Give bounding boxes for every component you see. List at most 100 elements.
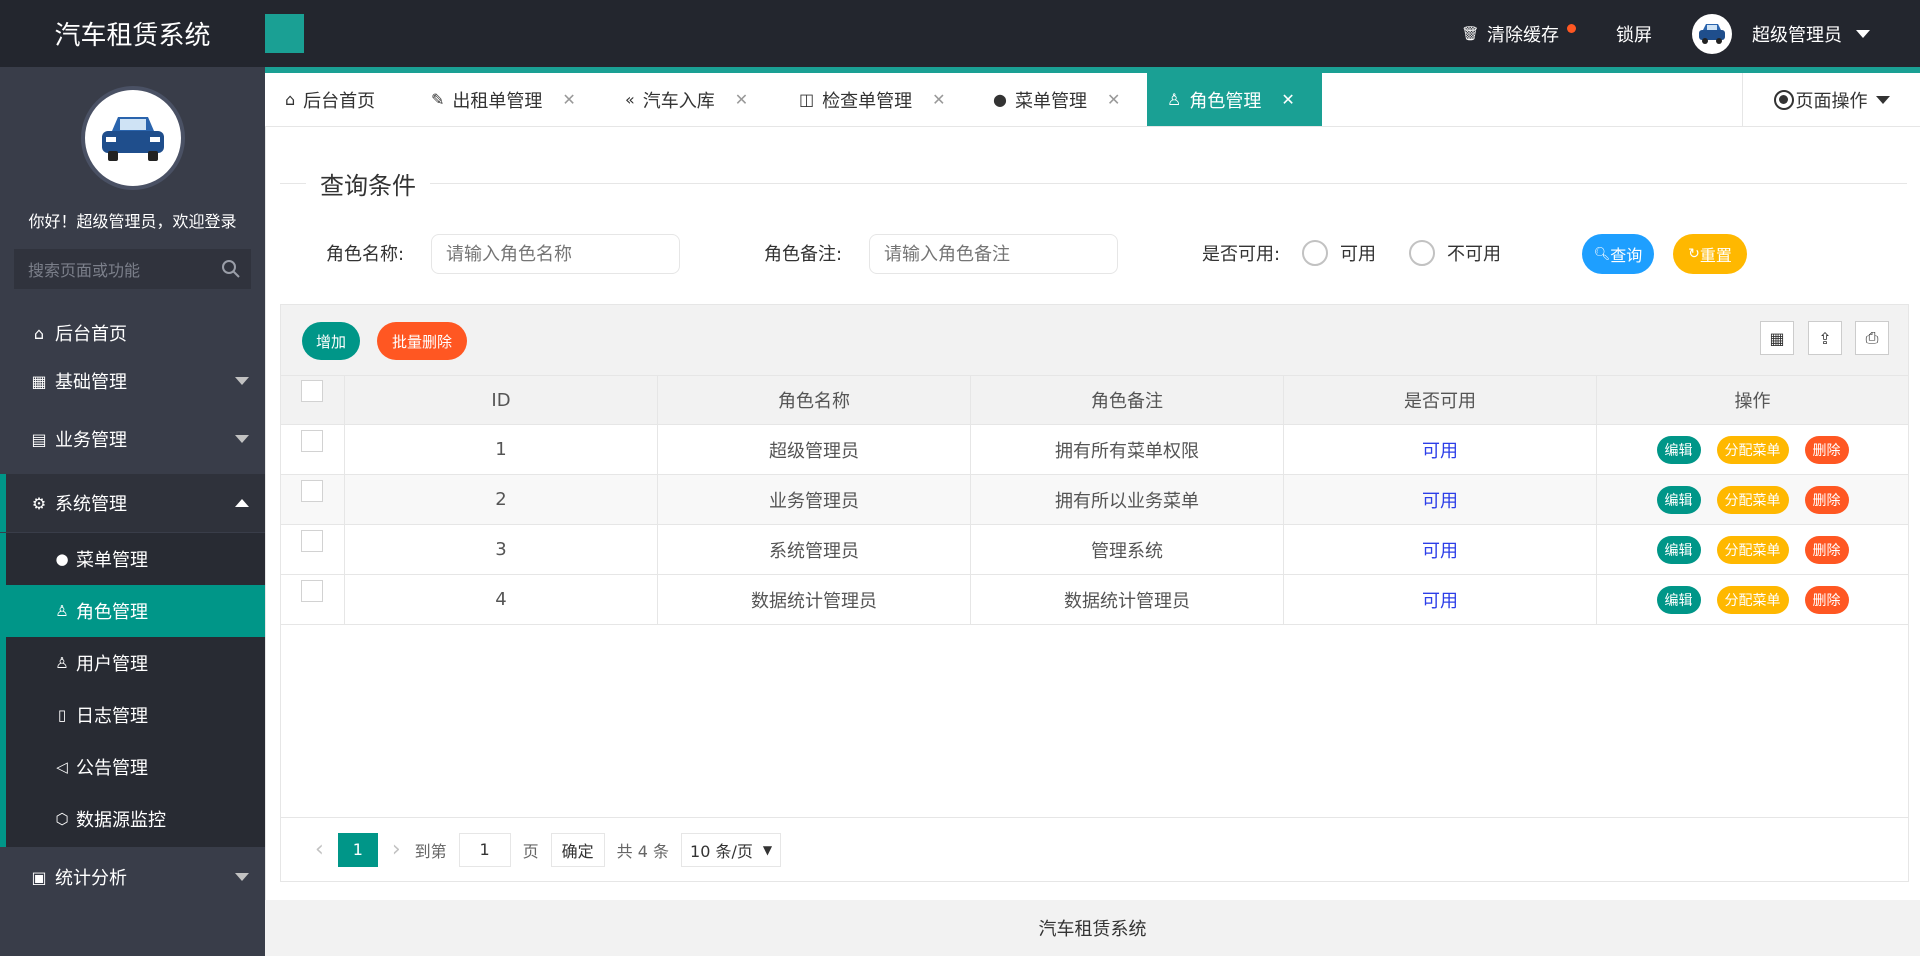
chevron-left-icon[interactable]: ‹ <box>315 837 324 862</box>
reset-button[interactable]: ↻ 重置 <box>1673 234 1747 274</box>
radio-circle <box>1409 240 1435 266</box>
role-name-input[interactable] <box>431 234 680 274</box>
radio-available[interactable]: 可用 <box>1302 240 1376 266</box>
columns-filter-icon[interactable]: ▦ <box>1760 321 1794 355</box>
edit-button[interactable]: 编辑 <box>1656 485 1701 514</box>
header-actions: 🗑 清除缓存 锁屏 超级管理员 <box>1441 0 1920 67</box>
sidebar-item-role-mgmt[interactable]: ♙ 角色管理 <box>6 585 265 637</box>
page-operations-button[interactable]: 页面操作 <box>1742 73 1920 126</box>
assign-menu-button[interactable]: 分配菜单 <box>1716 535 1789 564</box>
user-name: 超级管理员 <box>1752 24 1842 46</box>
query-legend: 查询条件 <box>306 166 430 201</box>
row-checkbox[interactable] <box>301 580 323 602</box>
tab-label: 汽车入库 <box>642 90 715 112</box>
page-ops-label: 页面操作 <box>1795 90 1868 112</box>
close-icon[interactable]: ✕ <box>735 90 748 109</box>
assign-menu-button[interactable]: 分配菜单 <box>1716 585 1789 614</box>
tab-label: 角色管理 <box>1189 90 1262 112</box>
tab-role-mgmt[interactable]: ♙ 角色管理 ✕ <box>1147 73 1322 126</box>
print-icon[interactable]: ⎙ <box>1855 321 1889 355</box>
row-checkbox[interactable] <box>301 530 323 552</box>
tab-check-order[interactable]: ◫ 检查单管理 ✕ <box>799 73 946 126</box>
delete-button[interactable]: 删除 <box>1804 585 1849 614</box>
sidebar-item-notice-mgmt[interactable]: ◁ 公告管理 <box>6 741 265 793</box>
close-icon[interactable]: ✕ <box>932 90 945 109</box>
sidebar-item-basic[interactable]: ▦ 基础管理 <box>0 352 265 410</box>
sidebar-toggle-button[interactable] <box>265 14 304 53</box>
row-checkbox[interactable] <box>301 430 323 452</box>
sidebar-item-datasource[interactable]: ⬡ 数据源监控 <box>6 793 265 845</box>
delete-button[interactable]: 删除 <box>1804 435 1849 464</box>
user-icon: ♙ <box>1167 90 1182 109</box>
total-count: 共 4 条 <box>616 841 670 861</box>
assign-menu-button[interactable]: 分配菜单 <box>1716 435 1789 464</box>
radio-label: 不可用 <box>1447 244 1501 265</box>
edit-button[interactable]: 编辑 <box>1656 435 1701 464</box>
search-button[interactable]: 🔍︎ 查询 <box>1582 234 1654 274</box>
delete-button[interactable]: 删除 <box>1804 485 1849 514</box>
sidebar-item-menu-mgmt[interactable]: ● 菜单管理 <box>6 533 265 585</box>
tab-menu-mgmt[interactable]: ● 菜单管理 ✕ <box>993 73 1120 126</box>
tab-label: 后台首页 <box>303 90 376 112</box>
page-size-value: 10 条/页 <box>690 841 753 861</box>
header-id: ID <box>344 376 657 424</box>
goto-label: 到第 <box>414 841 447 861</box>
add-button[interactable]: 增加 <box>302 322 360 360</box>
building-icon: ▤ <box>31 429 47 449</box>
batch-delete-button[interactable]: 批量删除 <box>377 322 467 360</box>
chevron-down-icon <box>235 435 249 443</box>
user-menu[interactable]: 超级管理员 <box>1672 0 1920 67</box>
close-icon[interactable]: ✕ <box>1281 90 1294 109</box>
assign-menu-button[interactable]: 分配菜单 <box>1716 485 1789 514</box>
app-logo[interactable]: 汽车租赁系统 <box>0 0 265 67</box>
sidebar-item-business[interactable]: ▤ 业务管理 <box>0 410 265 468</box>
sidebar-item-label: 后台首页 <box>55 324 127 345</box>
search-icon[interactable] <box>221 259 241 283</box>
lock-screen-button[interactable]: 锁屏 <box>1596 0 1672 67</box>
cell-role-remark: 拥有所有菜单权限 <box>970 425 1283 474</box>
goto-page-input[interactable]: 1 <box>458 832 511 867</box>
close-icon[interactable]: ✕ <box>1107 90 1120 109</box>
sidebar-item-label: 系统管理 <box>55 494 127 515</box>
sidebar-item-label: 基础管理 <box>55 372 127 393</box>
export-icon[interactable]: ⇪ <box>1808 321 1842 355</box>
page-current[interactable]: 1 <box>337 832 378 867</box>
sidebar-item-log-mgmt[interactable]: ▯ 日志管理 <box>6 689 265 741</box>
double-left-icon: « <box>625 90 635 109</box>
chevron-down-icon <box>235 873 249 881</box>
home-icon: ⌂ <box>285 90 296 109</box>
role-remark-input[interactable] <box>869 234 1118 274</box>
select-all-checkbox[interactable] <box>301 380 323 402</box>
goto-confirm-button[interactable]: 确定 <box>550 832 605 867</box>
chevron-right-icon[interactable]: › <box>392 837 401 862</box>
tab-home[interactable]: ⌂ 后台首页 <box>285 73 375 126</box>
speaker-icon: ◁ <box>56 758 68 776</box>
chevron-up-icon <box>235 499 249 507</box>
header-available: 是否可用 <box>1283 376 1596 424</box>
sidebar-search-input[interactable]: 搜索页面或功能 <box>14 249 251 289</box>
radio-label: 可用 <box>1340 244 1376 265</box>
row-checkbox[interactable] <box>301 480 323 502</box>
table-toolbar: 增加 批量删除 ▦ ⇪ ⎙ <box>281 305 1908 375</box>
delete-button[interactable]: 删除 <box>1804 535 1849 564</box>
sidebar-avatar <box>81 86 185 190</box>
edit-button[interactable]: 编辑 <box>1656 585 1701 614</box>
sidebar-item-user-mgmt[interactable]: ♙ 用户管理 <box>6 637 265 689</box>
tab-rent-order[interactable]: ✎ 出租单管理 ✕ <box>431 73 576 126</box>
cell-available: 可用 <box>1283 525 1596 574</box>
tab-car-storage[interactable]: « 汽车入库 ✕ <box>625 73 748 126</box>
radio-unavailable[interactable]: 不可用 <box>1409 240 1501 266</box>
edit-button[interactable]: 编辑 <box>1656 535 1701 564</box>
page-size-select[interactable]: 10 条/页 ▼ <box>681 832 782 867</box>
close-icon[interactable]: ✕ <box>562 90 575 109</box>
sidebar-item-system[interactable]: ⚙ 系统管理 <box>0 474 265 532</box>
tab-label: 检查单管理 <box>822 90 913 112</box>
header-actions: 操作 <box>1596 376 1908 424</box>
cell-actions: 编辑 分配菜单 删除 <box>1596 475 1908 524</box>
sidebar-item-stats[interactable]: ▣ 统计分析 <box>0 848 265 906</box>
clear-cache-button[interactable]: 🗑 清除缓存 <box>1441 0 1596 67</box>
book-icon: ◫ <box>799 90 815 109</box>
grid-icon: ▦ <box>31 371 47 391</box>
cell-role-remark: 管理系统 <box>970 525 1283 574</box>
available-label: 是否可用: <box>1202 244 1281 265</box>
